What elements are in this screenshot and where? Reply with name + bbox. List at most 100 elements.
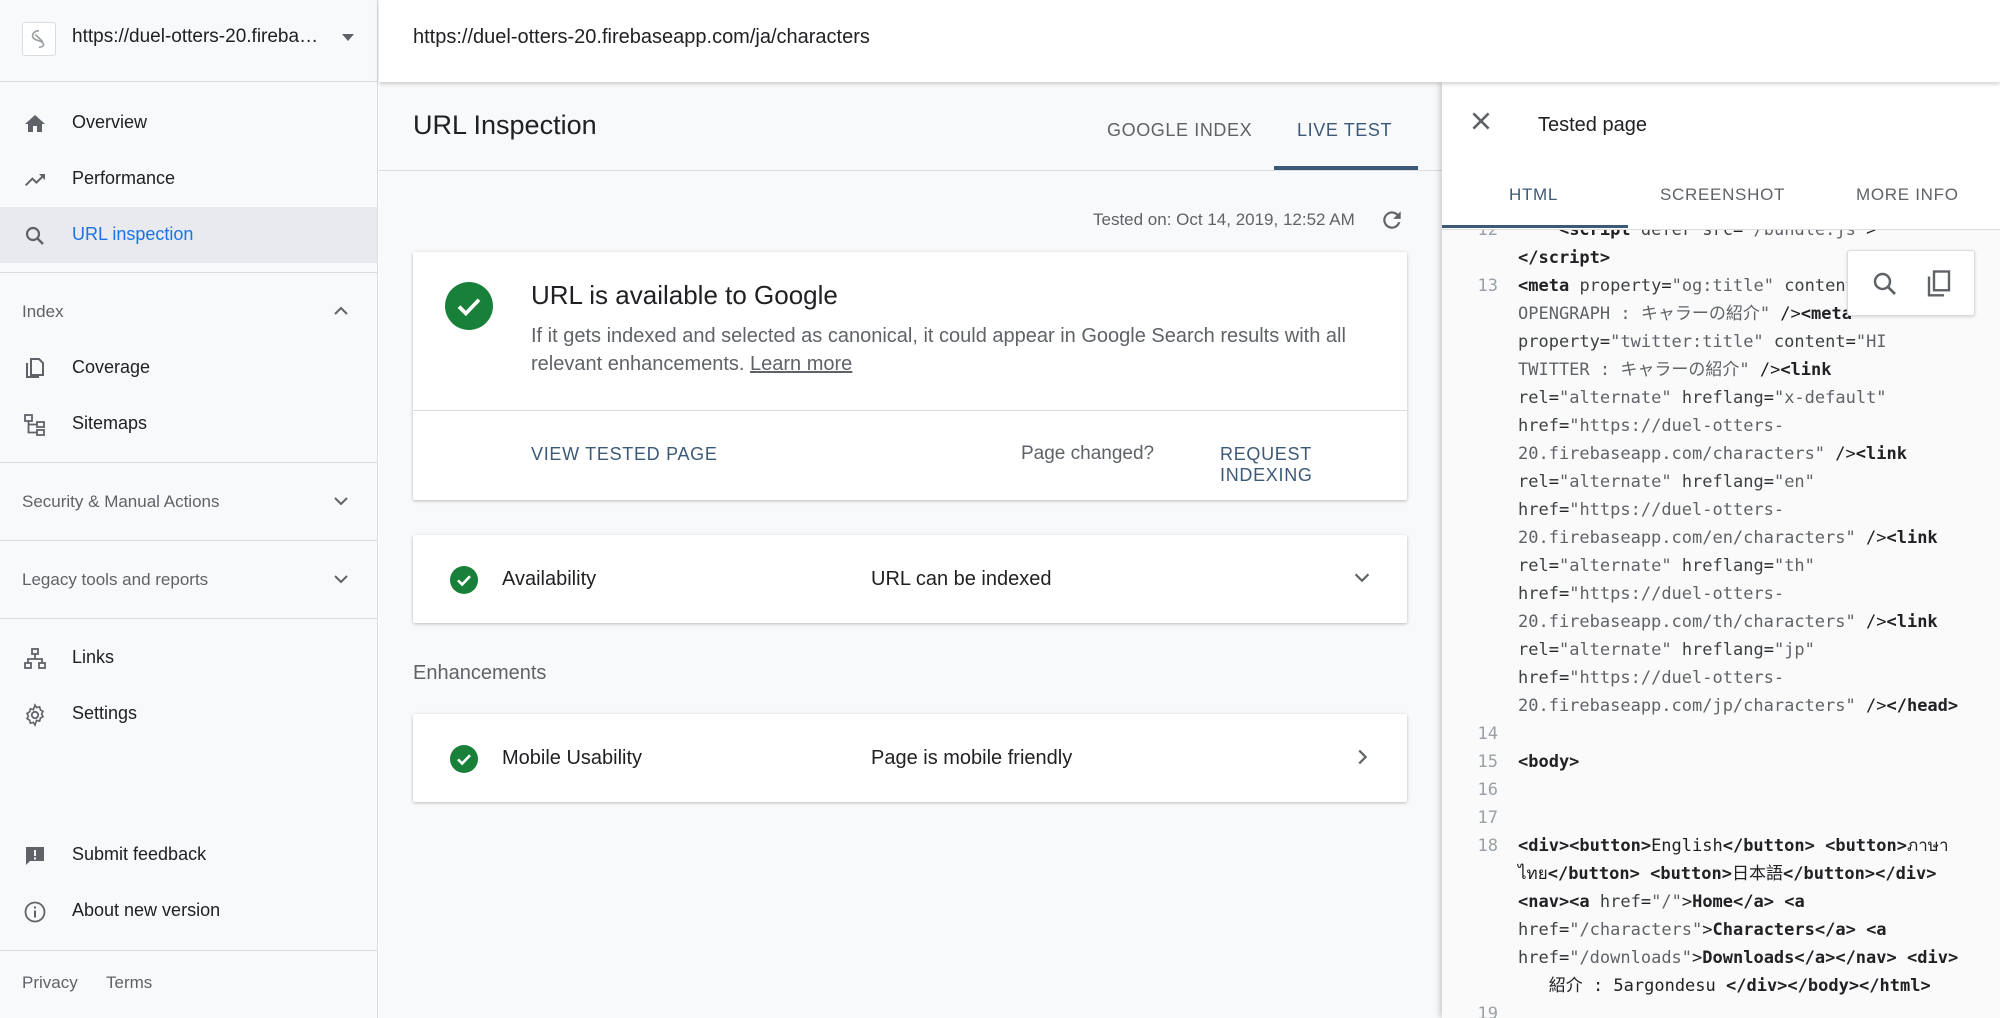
code-line: 18 <div><button>English</button> <button>… — [1442, 832, 2000, 860]
property-selector[interactable]: https://duel-otters-20.firebaseapp.com/j… — [0, 0, 378, 82]
tab-live-test[interactable]: LIVE TEST — [1297, 120, 1392, 141]
code-line: href="https://duel-otters- — [1442, 664, 2000, 692]
code-line: 20.firebaseapp.com/th/characters" /><lin… — [1442, 608, 2000, 636]
chevron-right-icon[interactable] — [1351, 746, 1373, 773]
refresh-icon[interactable] — [1379, 207, 1405, 238]
sidebar-item-label: Settings — [72, 703, 138, 723]
status-description-text: If it gets indexed and selected as canon… — [531, 325, 1346, 375]
code-text: 20.firebaseapp.com/th/characters" /><lin… — [1518, 612, 1938, 632]
code-line: href="/characters">Characters</a> <a — [1442, 916, 2000, 944]
code-text: 20.firebaseapp.com/en/characters" /><lin… — [1518, 528, 1938, 548]
mobile-usability-value: Page is mobile friendly — [871, 747, 1073, 769]
line-number: 18 — [1477, 836, 1498, 856]
section-header-legacy[interactable]: Legacy tools and reports — [0, 560, 377, 600]
caret-down-icon[interactable] — [340, 30, 356, 48]
availability-value: URL can be indexed — [871, 568, 1052, 590]
code-line: 15 <body> — [1442, 748, 2000, 776]
divider — [0, 272, 377, 273]
sidebar-item-label: Overview — [72, 112, 148, 132]
terms-link[interactable]: Terms — [106, 973, 152, 993]
sidebar-item-label: Submit feedback — [72, 844, 207, 864]
code-line: rel="alternate" hreflang="jp" — [1442, 636, 2000, 664]
tab-google-index[interactable]: GOOGLE INDEX — [1107, 120, 1252, 141]
sidebar-item-settings[interactable]: Settings — [0, 686, 377, 742]
code-line: rel="alternate" hreflang="en" — [1442, 468, 2000, 496]
html-code-viewer[interactable]: 12 <script defer src="/bundle.js"> </scri… — [1442, 230, 2000, 1018]
line-number: 17 — [1477, 808, 1498, 828]
line-number: 16 — [1477, 780, 1498, 800]
code-line: 20.firebaseapp.com/jp/characters" /></he… — [1442, 692, 2000, 720]
request-indexing-button[interactable]: REQUEST INDEXING — [1220, 444, 1407, 486]
chevron-down-icon — [332, 494, 350, 513]
code-text: href="https://duel-otters- — [1518, 668, 1785, 688]
code-text: <nav><a href="/">Home</a> <a — [1518, 892, 1805, 912]
sidebar-item-performance[interactable]: Performance — [0, 151, 377, 207]
code-text: rel="alternate" hreflang="jp" — [1518, 640, 1815, 660]
tab-html[interactable]: HTML — [1509, 185, 1558, 205]
sidebar-item-links[interactable]: Links — [0, 630, 377, 686]
section-header-index[interactable]: Index — [0, 292, 377, 332]
code-text: href="https://duel-otters- — [1518, 584, 1785, 604]
line-number: 15 — [1477, 752, 1498, 772]
view-tested-page-button[interactable]: VIEW TESTED PAGE — [531, 444, 718, 465]
code-line: href="https://duel-otters- — [1442, 412, 2000, 440]
code-line: 20.firebaseapp.com/characters" /><link — [1442, 440, 2000, 468]
line-number: 13 — [1477, 276, 1498, 296]
status-description: If it gets indexed and selected as canon… — [531, 322, 1351, 378]
status-card: URL is available to Google If it gets in… — [413, 252, 1407, 500]
divider — [413, 410, 1407, 411]
tab-screenshot[interactable]: SCREENSHOT — [1660, 185, 1785, 205]
sidebar-item-submit-feedback[interactable]: Submit feedback — [0, 827, 377, 883]
chevron-down-icon[interactable] — [1351, 567, 1373, 594]
code-text: ไทย</button> <button>日本語</button></div> — [1518, 864, 1937, 884]
code-text: href="https://duel-otters- — [1518, 416, 1785, 436]
sidebar-item-label: Coverage — [72, 357, 151, 377]
inspect-url-bar[interactable]: https://duel-otters-20.firebaseapp.com/j… — [379, 0, 2000, 82]
section-header-security[interactable]: Security & Manual Actions — [0, 482, 377, 522]
feedback-icon — [22, 843, 48, 869]
code-text: property="twitter:title" content="HI — [1518, 332, 1887, 352]
close-icon[interactable] — [1468, 108, 1494, 139]
check-circle-icon — [450, 745, 478, 773]
sidebar: https://duel-otters-20.firebaseapp.com/j… — [0, 0, 378, 1018]
code-line: rel="alternate" hreflang="th" — [1442, 552, 2000, 580]
sitemap-icon — [22, 412, 48, 438]
sidebar-item-sitemaps[interactable]: Sitemaps — [0, 396, 377, 452]
sidebar-item-overview[interactable]: Overview — [0, 95, 377, 151]
mobile-usability-row[interactable]: Mobile Usability Page is mobile friendly — [413, 714, 1407, 802]
sidebar-item-coverage[interactable]: Coverage — [0, 340, 377, 396]
check-circle-icon — [450, 566, 478, 594]
learn-more-link[interactable]: Learn more — [750, 353, 852, 375]
code-text: <meta property="og:title" content="HI — [1518, 276, 1897, 296]
sidebar-item-label: URL inspection — [72, 224, 194, 244]
file-copy-icon — [22, 356, 48, 382]
home-icon — [22, 111, 48, 137]
page-changed-text: Page changed? — [1021, 443, 1155, 464]
code-text: href="/downloads">Downloads</a></nav> <d… — [1518, 948, 1959, 968]
property-icon — [22, 22, 56, 56]
privacy-link[interactable]: Privacy — [22, 973, 78, 993]
code-text: <body> — [1518, 752, 1580, 772]
availability-row[interactable]: Availability URL can be indexed — [413, 535, 1407, 623]
divider — [0, 950, 377, 951]
copy-icon[interactable] — [1924, 269, 1954, 304]
sidebar-item-label: About new version — [72, 900, 221, 920]
inspect-url-input[interactable]: https://duel-otters-20.firebaseapp.com/j… — [413, 26, 870, 49]
gear-icon — [22, 702, 48, 728]
code-text: TWITTER : キャラーの紹介" /><link — [1518, 360, 1832, 380]
info-icon — [22, 899, 48, 925]
line-number: 14 — [1477, 724, 1498, 744]
sidebar-item-about[interactable]: About new version — [0, 883, 377, 939]
sidebar-item-label: Sitemaps — [72, 413, 148, 433]
code-line: href="https://duel-otters- — [1442, 580, 2000, 608]
enhancements-heading: Enhancements — [413, 662, 547, 684]
sidebar-item-url-inspection[interactable]: URL inspection — [0, 207, 377, 263]
code-line: href="/downloads">Downloads</a></nav> <d… — [1442, 944, 2000, 972]
tab-more-info[interactable]: MORE INFO — [1856, 185, 1959, 205]
search-icon[interactable] — [1870, 269, 1900, 304]
code-line: 14 — [1442, 720, 2000, 748]
code-line: 12 <script defer src="/bundle.js"> — [1442, 230, 2000, 244]
code-text: <script defer src="/bundle.js"> — [1558, 230, 1877, 240]
sidebar-item-label: Performance — [72, 168, 176, 188]
tab-underline — [1442, 225, 1628, 228]
